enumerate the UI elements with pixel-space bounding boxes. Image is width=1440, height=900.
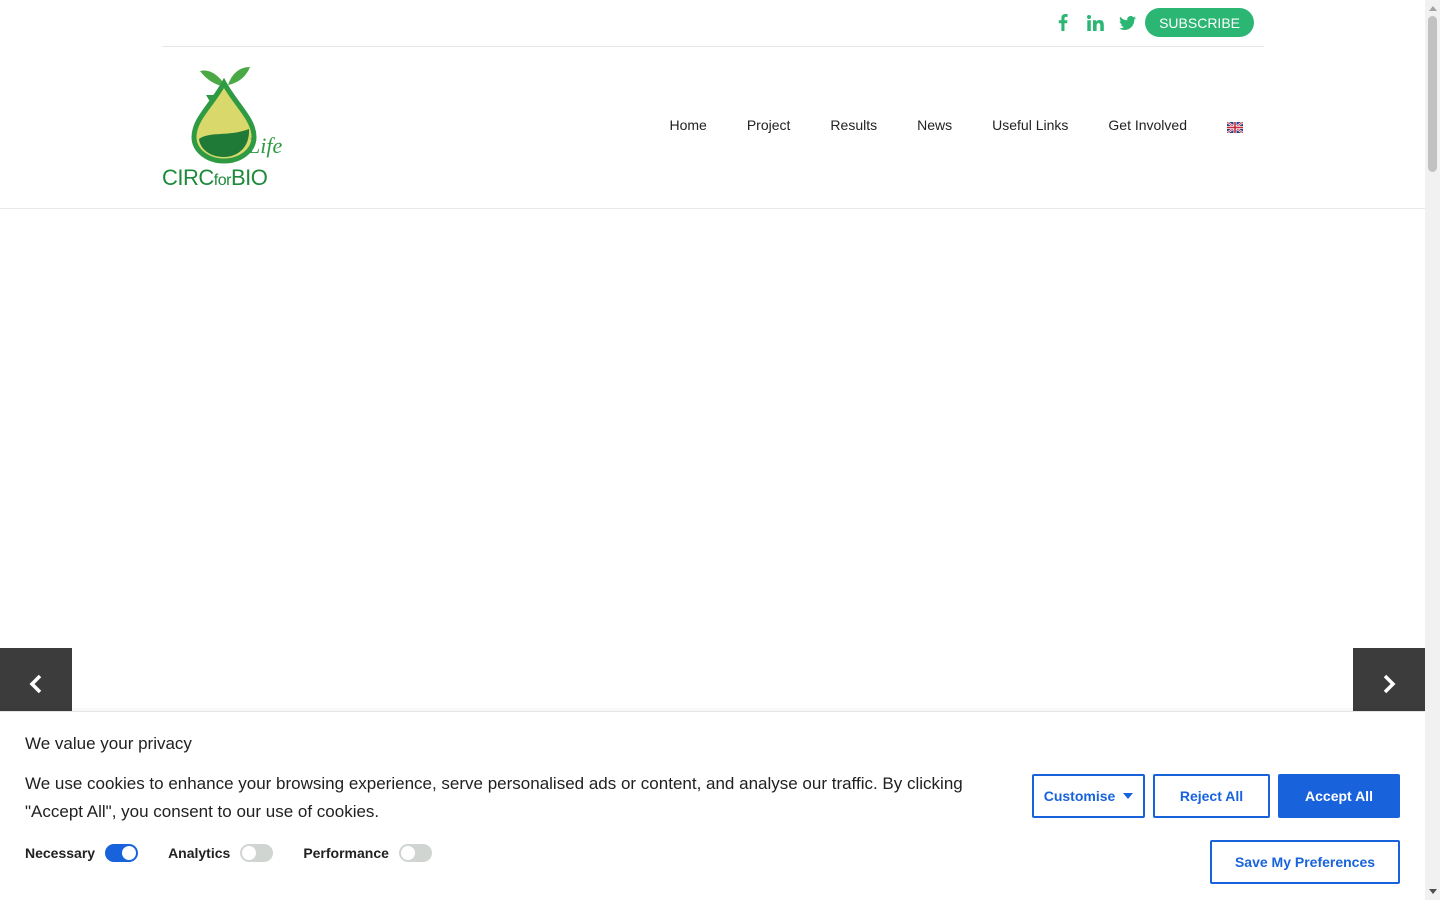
logo-mid: for: [213, 172, 232, 189]
toggle-knob: [122, 846, 137, 860]
main-nav: Home Project Results News Useful Links G…: [629, 117, 1244, 134]
logo-end: BIO: [230, 165, 268, 190]
slider-prev-button[interactable]: [0, 648, 72, 720]
caret-down-icon: [1123, 793, 1134, 799]
slider-next-button[interactable]: [1353, 648, 1425, 720]
logo-wordmark: CIRCforBIO: [162, 165, 268, 191]
performance-toggle[interactable]: [398, 844, 432, 862]
page-scrollbar[interactable]: [1425, 0, 1440, 900]
toggle-knob: [242, 846, 257, 860]
chevron-right-icon: [1383, 674, 1396, 694]
twitter-icon[interactable]: [1111, 9, 1143, 37]
cookie-banner: We value your privacy We use cookies to …: [0, 711, 1425, 900]
linkedin-icon[interactable]: [1079, 9, 1111, 37]
cookie-toggles: Necessary Analytics Performance: [25, 844, 462, 862]
toggle-label-necessary: Necessary: [25, 845, 96, 861]
customise-label: Customise: [1043, 788, 1116, 804]
facebook-icon[interactable]: [1047, 9, 1079, 37]
cookie-title: We value your privacy: [25, 734, 192, 753]
site-logo[interactable]: Life CIRCforBIO: [162, 65, 286, 191]
cookie-description: We use cookies to enhance your browsing …: [25, 774, 963, 821]
nav-get-involved[interactable]: Get Involved: [1108, 117, 1187, 133]
nav-news[interactable]: News: [917, 117, 952, 133]
top-bar: SUBSCRIBE: [162, 0, 1264, 47]
site-header: Life CIRCforBIO Home Project Results New…: [0, 47, 1425, 209]
reject-all-button[interactable]: Reject All: [1153, 774, 1270, 818]
social-links: SUBSCRIBE: [1047, 8, 1254, 37]
uk-flag-icon[interactable]: [1226, 120, 1244, 134]
logo-script-text: Life: [248, 133, 283, 158]
necessary-toggle[interactable]: [105, 844, 139, 862]
scroll-down-icon[interactable]: [1429, 889, 1437, 894]
nav-home[interactable]: Home: [669, 117, 706, 133]
customise-button[interactable]: Customise: [1032, 774, 1145, 818]
subscribe-button[interactable]: SUBSCRIBE: [1145, 8, 1254, 37]
logo-main: CIRC: [162, 165, 214, 190]
nav-results[interactable]: Results: [830, 117, 877, 133]
scrollbar-thumb[interactable]: [1428, 16, 1437, 172]
accept-all-button[interactable]: Accept All: [1278, 774, 1400, 818]
save-preferences-button[interactable]: Save My Preferences: [1210, 840, 1400, 884]
scroll-up-icon[interactable]: [1429, 6, 1437, 11]
nav-project[interactable]: Project: [747, 117, 791, 133]
toggle-knob: [400, 846, 415, 860]
toggle-label-performance: Performance: [303, 845, 389, 861]
nav-useful-links[interactable]: Useful Links: [992, 117, 1068, 133]
chevron-left-icon: [29, 674, 42, 694]
analytics-toggle[interactable]: [240, 844, 274, 862]
toggle-label-analytics: Analytics: [168, 845, 231, 861]
